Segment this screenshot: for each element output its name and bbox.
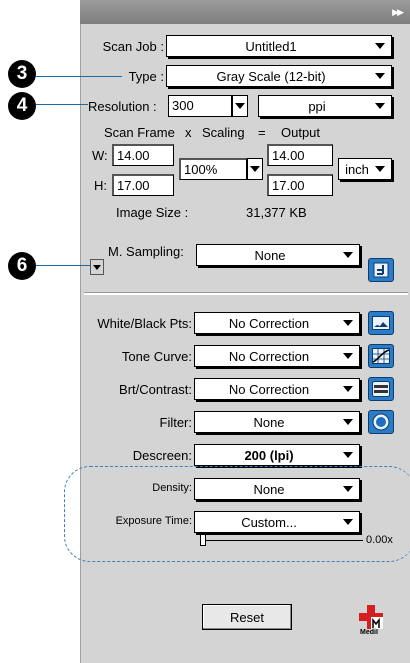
descreen-label: Descreen: — [132, 448, 192, 463]
white-black-settings-button[interactable] — [368, 311, 394, 335]
density-value: None — [253, 481, 285, 497]
filter-settings-button[interactable] — [368, 410, 394, 434]
white-black-dropdown[interactable]: No Correction — [194, 312, 360, 334]
brt-contrast-dropdown[interactable]: No Correction — [194, 378, 360, 400]
scaling-label: Scaling — [202, 125, 245, 140]
type-dropdown[interactable]: Gray Scale (12-bit) — [166, 65, 392, 87]
exposure-slider-thumb[interactable] — [200, 534, 206, 546]
scan-frame-label: Scan Frame — [104, 125, 175, 140]
brt-contrast-value: No Correction — [228, 381, 310, 397]
filter-label: Filter: — [159, 415, 193, 430]
tone-curve-settings-button[interactable] — [368, 344, 394, 368]
image-size-value: 31,377 KB — [246, 205, 307, 220]
logo-text: MediI — [360, 629, 378, 636]
width-input[interactable]: 14.00 — [112, 144, 174, 166]
exposure-time-value: Custom... — [241, 514, 297, 530]
medi-logo: MediI — [358, 604, 384, 638]
descreen-value: 200 (lpi) — [244, 447, 294, 463]
chevron-down-icon — [343, 419, 353, 425]
brt-contrast-settings-button[interactable] — [368, 377, 394, 401]
contrast-bars-icon — [372, 381, 390, 397]
chevron-down-icon — [375, 73, 385, 79]
white-black-value: No Correction — [228, 315, 310, 331]
scan-job-label: Scan Job : — [102, 39, 164, 54]
output-width-input[interactable]: 14.00 — [267, 144, 333, 166]
resolution-input[interactable]: 300 — [168, 95, 232, 117]
chevron-down-icon — [343, 320, 353, 326]
output-height-input[interactable]: 17.00 — [267, 174, 333, 196]
resolution-presets-button[interactable] — [232, 95, 248, 117]
m-sampling-settings-button[interactable] — [368, 258, 394, 282]
scaling-input[interactable]: 100% — [179, 158, 247, 180]
chevron-down-icon — [343, 452, 353, 458]
scan-job-value: Untitled1 — [245, 38, 297, 54]
resolution-unit-value: ppi — [308, 98, 326, 114]
exposure-time-label: Exposure Time: — [115, 515, 192, 527]
collapse-arrows-icon[interactable]: ▶▶ — [392, 7, 404, 18]
callout-6-leader — [36, 265, 90, 266]
resolution-unit-dropdown[interactable]: ppi — [258, 95, 392, 117]
exposure-slider-track[interactable] — [205, 540, 363, 541]
chevron-down-icon — [343, 386, 353, 392]
chevron-down-icon — [250, 166, 260, 172]
m-sampling-value: None — [254, 247, 286, 263]
chevron-down-icon — [93, 264, 101, 270]
image-size-label: Image Size : — [116, 205, 189, 220]
m-sampling-dropdown[interactable]: None — [196, 244, 360, 266]
resolution-label: Resolution : — [88, 99, 157, 114]
filter-value: None — [253, 414, 285, 430]
reset-button[interactable]: Reset — [202, 604, 292, 630]
lens-icon — [372, 413, 390, 431]
width-label: W: — [92, 148, 108, 163]
chevron-down-icon — [375, 166, 385, 172]
brt-contrast-label: Brt/Contrast: — [119, 382, 192, 397]
density-dropdown[interactable]: None — [194, 478, 360, 500]
callout-6: 6 — [8, 252, 36, 280]
callout-4-leader — [36, 104, 88, 105]
chevron-down-icon — [343, 519, 353, 525]
scaling-presets-button[interactable] — [247, 158, 263, 180]
reset-label: Reset — [230, 609, 264, 625]
type-value: Gray Scale (12-bit) — [216, 68, 326, 84]
output-label: Output — [281, 125, 321, 140]
tone-curve-dropdown[interactable]: No Correction — [194, 345, 360, 367]
chevron-down-icon — [343, 353, 353, 359]
output-unit-value: inch — [345, 161, 369, 177]
tone-curve-value: No Correction — [228, 348, 310, 364]
histogram-icon — [372, 316, 390, 330]
callout-3: 3 — [8, 60, 36, 88]
exposure-time-dropdown[interactable]: Custom... — [194, 511, 360, 533]
chevron-down-icon — [375, 103, 385, 109]
output-unit-dropdown[interactable]: inch — [338, 158, 392, 180]
tone-curve-label: Tone Curve: — [121, 349, 192, 364]
descreen-dropdown[interactable]: 200 (lpi) — [194, 444, 360, 466]
density-label: Density: — [152, 482, 192, 494]
chevron-down-icon — [375, 43, 385, 49]
m-sampling-expand-button[interactable] — [90, 259, 104, 275]
times-symbol: x — [185, 125, 192, 140]
filter-dropdown[interactable]: None — [194, 411, 360, 433]
chevron-down-icon — [343, 486, 353, 492]
m-sampling-label: M. Sampling: — [108, 244, 184, 259]
chevron-down-icon — [343, 252, 353, 258]
white-black-label: White/Black Pts: — [97, 316, 192, 331]
height-input[interactable]: 17.00 — [112, 174, 174, 196]
callout-4: 4 — [8, 92, 36, 120]
curve-grid-icon — [372, 348, 390, 364]
exposure-slider-readout: 0.00x — [366, 534, 393, 546]
height-label: H: — [94, 178, 107, 193]
equals-symbol: = — [258, 125, 266, 140]
settings-icon — [373, 262, 389, 278]
panel-title-bar[interactable]: ▶▶ — [80, 0, 410, 24]
chevron-down-icon — [235, 103, 245, 109]
section-divider — [84, 292, 408, 295]
scan-job-dropdown[interactable]: Untitled1 — [166, 35, 392, 57]
type-label: Type : — [128, 69, 164, 84]
red-cross-logo-icon — [359, 605, 383, 629]
